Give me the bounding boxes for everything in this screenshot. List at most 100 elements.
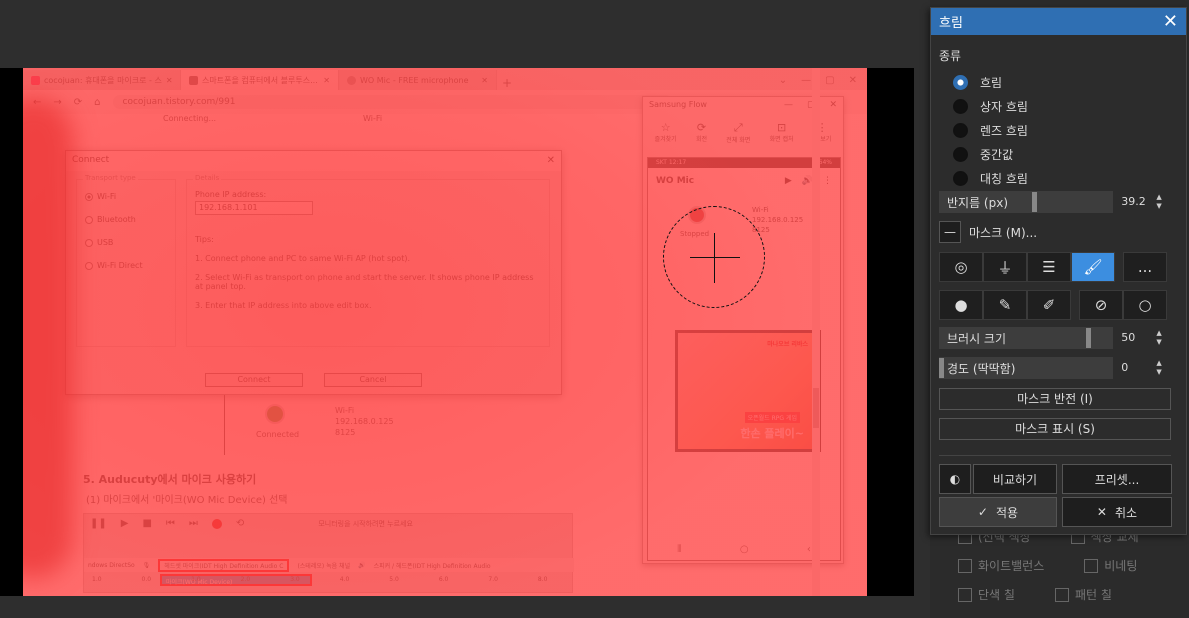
connect-button: Connect [205,373,303,387]
home-icon: ⌂ [94,96,101,108]
divider [939,455,1171,456]
image-canvas[interactable]: cocojuan: 휴대폰을 마이크로 - 스 ✕ 스마트폰을 컴퓨터에서 블루투… [0,68,914,596]
slider-handle[interactable] [1086,328,1091,348]
brush-size-label: 브러시 크기 [947,332,1007,346]
tip-1: 1. Connect phone and PC to same Wi-Fi AP… [195,254,410,263]
tip-3: 3. Enter that IP address into above edit… [195,301,372,310]
radius-value[interactable]: 39.2 [1113,191,1154,213]
favicon-icon [189,75,198,85]
section-heading: 5. Auducuty에서 마이크 사용하기 [83,473,257,486]
loop-icon: ⟲ [235,518,245,529]
more-options-button[interactable]: ... [1123,252,1167,282]
mask-mode-toolbar: ◎ ⏚ ☰ 🖌 ... [939,252,1167,282]
tip-2: 2. Select Wi-Fi as transport on phone an… [195,273,534,291]
hardness-slider[interactable]: 경도 (딱딱함) 0 ▲ ▼ [939,357,1165,379]
mask-label[interactable]: 마스크 (M)... [969,224,1037,241]
brush-mask-icon[interactable]: 🖌 [1071,252,1115,282]
linear-mask-icon[interactable]: ☰ [1027,252,1071,282]
fill-icon [958,587,972,602]
browser-tab: WO Mic - FREE microphone ✕ [339,70,497,90]
ip-label: Phone IP address: [195,190,267,199]
url-field: cocojuan.tistory.com/991 [112,95,673,109]
maximize-icon: ▢ [825,75,835,86]
browser-scrollbar [812,68,820,596]
radius-label: 반지름 (px) [947,196,1009,210]
dialog-title: Connect [72,155,110,165]
audacity-toolbar-image: ❚❚ ▶ ■ ⏮ ⏭ ⟲ 모니터링을 시작하려면 누르세요 ndows Dire… [83,513,574,593]
compare-button[interactable]: 비교하기 [973,464,1057,494]
minimize-icon: — [801,75,812,86]
check-icon: ✓ [977,505,988,519]
browser-tab: 스마트폰을 컴퓨터에서 블루투스... ✕ [181,70,339,90]
radius-slider[interactable]: 반지름 (px) 39.2 ▲ ▼ [939,191,1165,213]
home-icon: ○ [739,543,749,555]
radio-icon [953,170,968,186]
panel-titlebar: 흐림 ✕ [931,8,1186,35]
type-option-lens-blur[interactable]: 렌즈 흐림 [931,118,1186,142]
radio-selected-icon [953,74,968,90]
reload-icon: ⟳ [73,96,83,108]
type-label: 종류 [939,49,962,63]
connected-label: Connected [256,430,300,439]
recent-apps-icon: ⦀ [677,543,682,555]
fullscreen-icon: ⤢ [733,121,743,134]
hardness-value[interactable]: 0 [1113,357,1154,379]
transport-group: Transport type Wi-Fi Bluetooth USB Wi-Fi… [76,174,176,347]
panel-title: 흐림 [939,16,963,31]
tips-title: Tips: [195,235,214,244]
spin-arrows-icon[interactable]: ▲ ▼ [1153,359,1165,377]
microphone-icon: 🎙 [142,561,151,569]
forward-icon: → [53,96,62,108]
preset-button[interactable]: 프리셋... [1062,464,1172,494]
circle-outline-icon[interactable]: ○ [1123,290,1167,320]
dialog-titlebar: Connect ✕ [66,151,561,171]
circle-fill-icon[interactable]: ● [939,290,983,320]
editor-workspace: cocojuan: 휴대폰을 마이크로 - 스 ✕ 스마트폰을 컴퓨터에서 블루투… [0,0,930,618]
brush-size-value[interactable]: 50 [1113,327,1154,349]
status-dot-icon [265,404,285,424]
radial-mask-icon[interactable]: ◎ [939,252,983,282]
capture-icon: ⊡ [776,121,787,134]
spin-arrows-icon[interactable]: ▲ ▼ [1153,329,1165,347]
hatch-icon[interactable]: ⊘ [1079,290,1123,320]
radio-icon [953,122,968,138]
radio-icon [953,98,968,114]
rotate-icon: ⟳ [696,121,707,134]
play-icon: ▶ [784,176,792,186]
invert-mask-button[interactable]: 마스크 반전 (I) [939,388,1171,410]
brush-add-icon[interactable]: ✎ [983,290,1027,320]
pattern-icon [1054,587,1069,602]
minimize-icon: — [783,100,793,110]
divider [224,395,225,455]
close-icon[interactable]: ✕ [1163,12,1178,31]
cancel-button[interactable]: ✕ 취소 [1062,497,1172,527]
compare-toggle-icon[interactable]: ◐ [939,464,971,494]
type-option-symmetric-blur[interactable]: 대칭 흐림 [931,166,1186,190]
star-icon: ☆ [660,121,671,134]
apply-button[interactable]: ✓ 적용 [939,497,1057,527]
type-option-box-blur[interactable]: 상자 흐림 [931,94,1186,118]
screenshot-layer: cocojuan: 휴대폰을 마이크로 - 스 ✕ 스마트폰을 컴퓨터에서 블루투… [23,68,867,596]
browser-tab: cocojuan: 휴대폰을 마이크로 - 스 ✕ [23,70,181,90]
close-icon: ✕ [848,75,857,86]
spin-arrows-icon[interactable]: ▲ ▼ [1153,193,1165,211]
brush-erase-icon[interactable]: ✐ [1027,290,1071,320]
status-text: Connecting... [163,114,217,123]
background-panel: (선택 색상 색상 교체 화이트밸런스 비네팅 단색 칠 패턴 칠 [958,528,1189,618]
skip-start-icon: ⏮ [165,518,175,529]
browser-tabbar: cocojuan: 휴대폰을 마이크로 - 스 ✕ 스마트폰을 컴퓨터에서 블루투… [23,68,867,90]
device-toolbar: ndows DirectSo 🎙 헤드셋 마이크(IDT High Defini… [84,558,574,572]
gradient-mask-icon[interactable]: ⏚ [983,252,1027,282]
chevron-down-icon: ⌄ [778,75,788,86]
brush-size-slider[interactable]: 브러시 크기 50 ▲ ▼ [939,327,1165,349]
type-option-blur[interactable]: 흐림 [931,70,1186,94]
close-icon: ✕ [829,100,837,110]
blur-panel: 흐림 ✕ 종류 흐림 상자 흐림 렌즈 흐림 중간값 대칭 흐림 반지름 (px… [930,7,1187,535]
type-option-median[interactable]: 중간값 [931,142,1186,166]
mask-toggle-button[interactable]: — [939,221,961,243]
show-mask-button[interactable]: 마스크 표시 (S) [939,418,1171,440]
radio-bluetooth: Bluetooth [85,215,175,224]
back-icon: ‹ [806,543,811,555]
slider-handle[interactable] [939,358,944,378]
slider-handle[interactable] [1032,192,1037,212]
